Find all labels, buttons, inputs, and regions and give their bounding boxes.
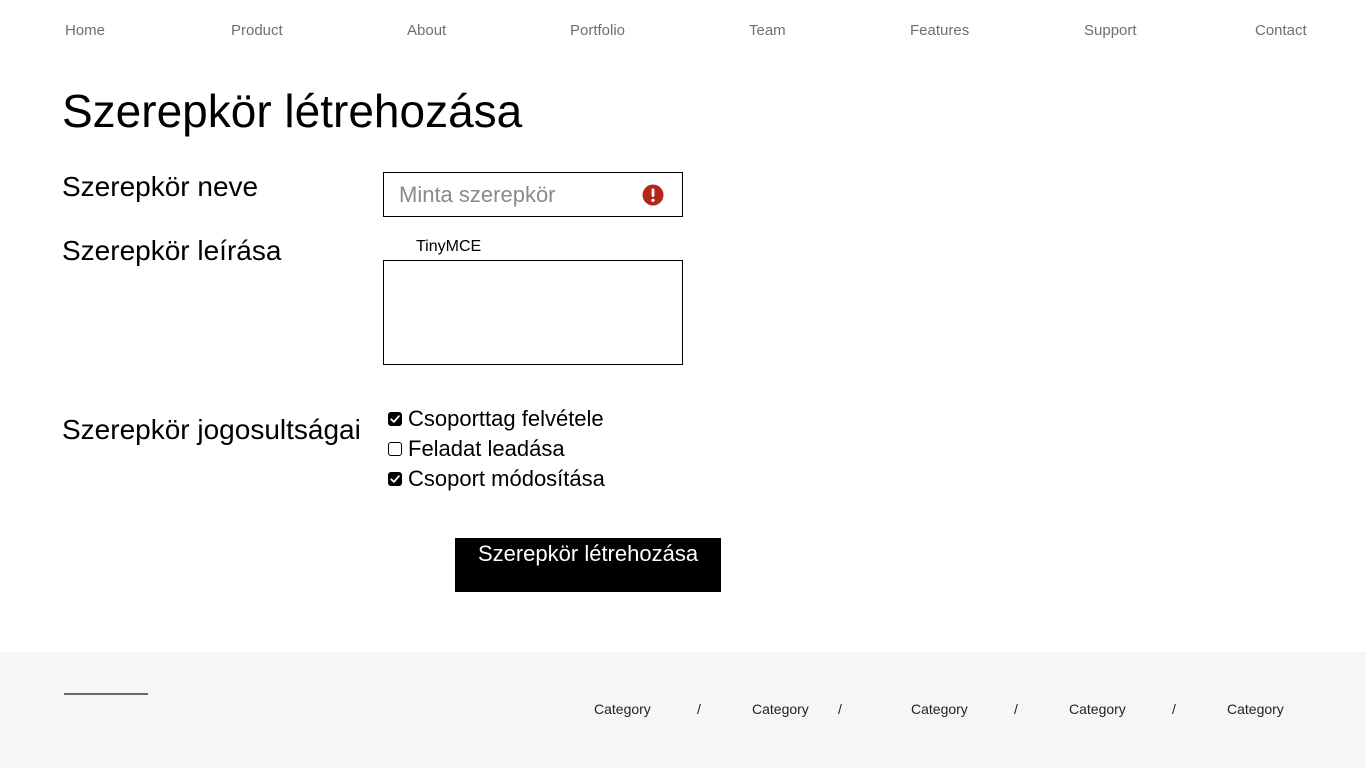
nav-portfolio[interactable]: Portfolio <box>570 22 625 39</box>
role-name-input[interactable] <box>384 173 634 216</box>
footer: Category / Category / Category / Categor… <box>0 652 1366 768</box>
top-nav: Home Product About Portfolio Team Featur… <box>0 0 1366 62</box>
footer-separator: / <box>1014 701 1018 717</box>
exclamation-circle-icon <box>642 184 664 206</box>
permission-label: Csoport módosítása <box>408 466 605 491</box>
create-role-button-label: Szerepkör létrehozása <box>477 541 699 566</box>
create-role-button[interactable]: Szerepkör létrehozása <box>455 538 721 592</box>
permission-list: Csoporttag felvétele Feladat leadása Cso… <box>388 404 605 494</box>
footer-separator: / <box>1172 701 1176 717</box>
role-name-label: Szerepkör neve <box>62 171 259 202</box>
checkbox-unchecked[interactable] <box>388 442 402 456</box>
nav-features[interactable]: Features <box>910 22 969 39</box>
permission-label: Feladat leadása <box>408 436 565 461</box>
footer-category-link[interactable]: Category <box>911 701 968 717</box>
permission-item[interactable]: Feladat leadása <box>388 434 605 464</box>
nav-support[interactable]: Support <box>1084 22 1137 39</box>
checkbox-checked[interactable] <box>388 472 402 486</box>
footer-separator: / <box>697 701 701 717</box>
nav-contact[interactable]: Contact <box>1255 22 1307 39</box>
permission-item[interactable]: Csoport módosítása <box>388 464 605 494</box>
role-description-editor[interactable] <box>383 260 683 365</box>
role-name-field <box>383 172 683 217</box>
permission-item[interactable]: Csoporttag felvétele <box>388 404 605 434</box>
nav-team[interactable]: Team <box>749 22 786 39</box>
footer-category-link[interactable]: Category <box>594 701 651 717</box>
footer-category-link[interactable]: Category <box>752 701 809 717</box>
footer-category-link[interactable]: Category <box>1227 701 1284 717</box>
checkbox-checked[interactable] <box>388 412 402 426</box>
editor-caption: TinyMCE <box>416 238 482 255</box>
nav-home[interactable]: Home <box>65 22 105 39</box>
permission-label: Csoporttag felvétele <box>408 406 604 431</box>
footer-category-link[interactable]: Category <box>1069 701 1126 717</box>
page-title: Szerepkör létrehozása <box>62 85 523 137</box>
role-description-label: Szerepkör leírása <box>62 235 282 266</box>
page: Home Product About Portfolio Team Featur… <box>0 0 1366 768</box>
nav-product[interactable]: Product <box>231 22 283 39</box>
role-permissions-label: Szerepkör jogosultságai <box>62 414 361 445</box>
nav-about[interactable]: About <box>407 22 446 39</box>
footer-separator: / <box>838 701 842 717</box>
footer-divider <box>64 693 148 695</box>
